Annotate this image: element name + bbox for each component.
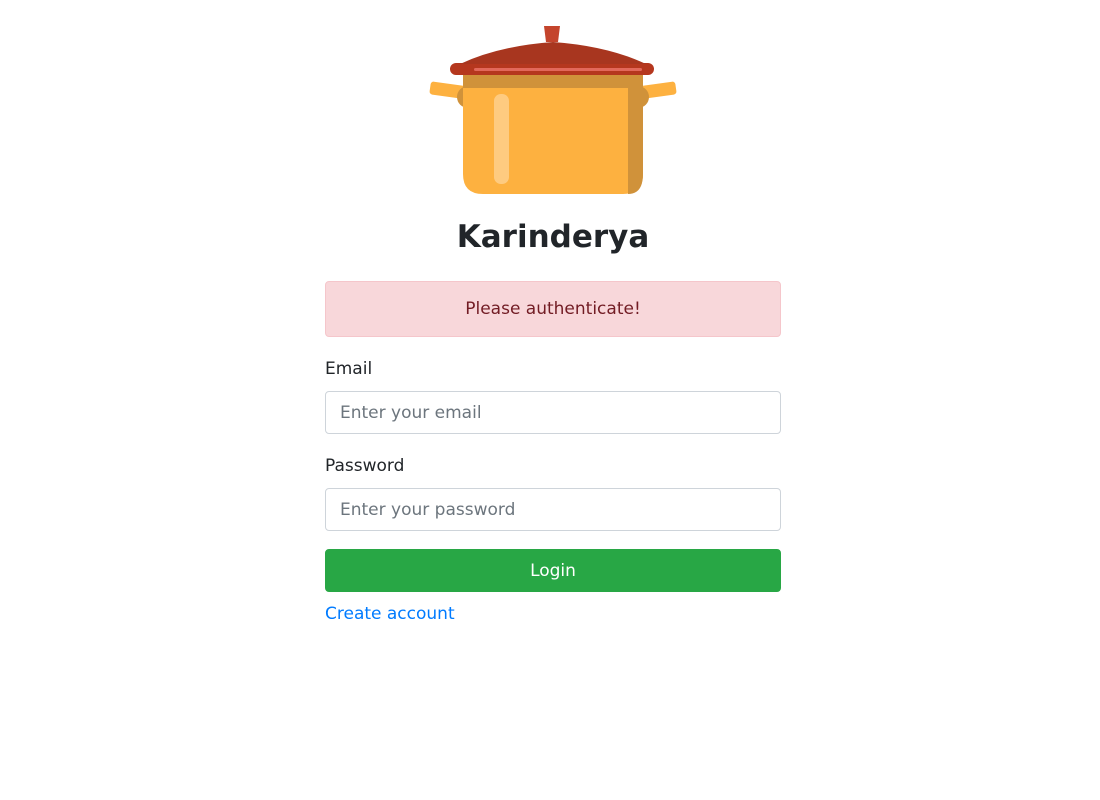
app-title: Karinderya [456, 219, 650, 255]
cooking-pot-icon [429, 26, 677, 194]
email-input[interactable] [325, 391, 781, 434]
auth-alert-message: Please authenticate! [465, 299, 641, 319]
login-button[interactable]: Login [325, 549, 781, 592]
email-label: Email [325, 359, 373, 379]
password-input[interactable] [325, 488, 781, 531]
auth-alert: Please authenticate! [325, 281, 781, 337]
login-page: Karinderya Please authenticate! Email Pa… [0, 0, 1100, 800]
create-account-link[interactable]: Create account [325, 602, 455, 626]
password-label: Password [325, 456, 405, 476]
